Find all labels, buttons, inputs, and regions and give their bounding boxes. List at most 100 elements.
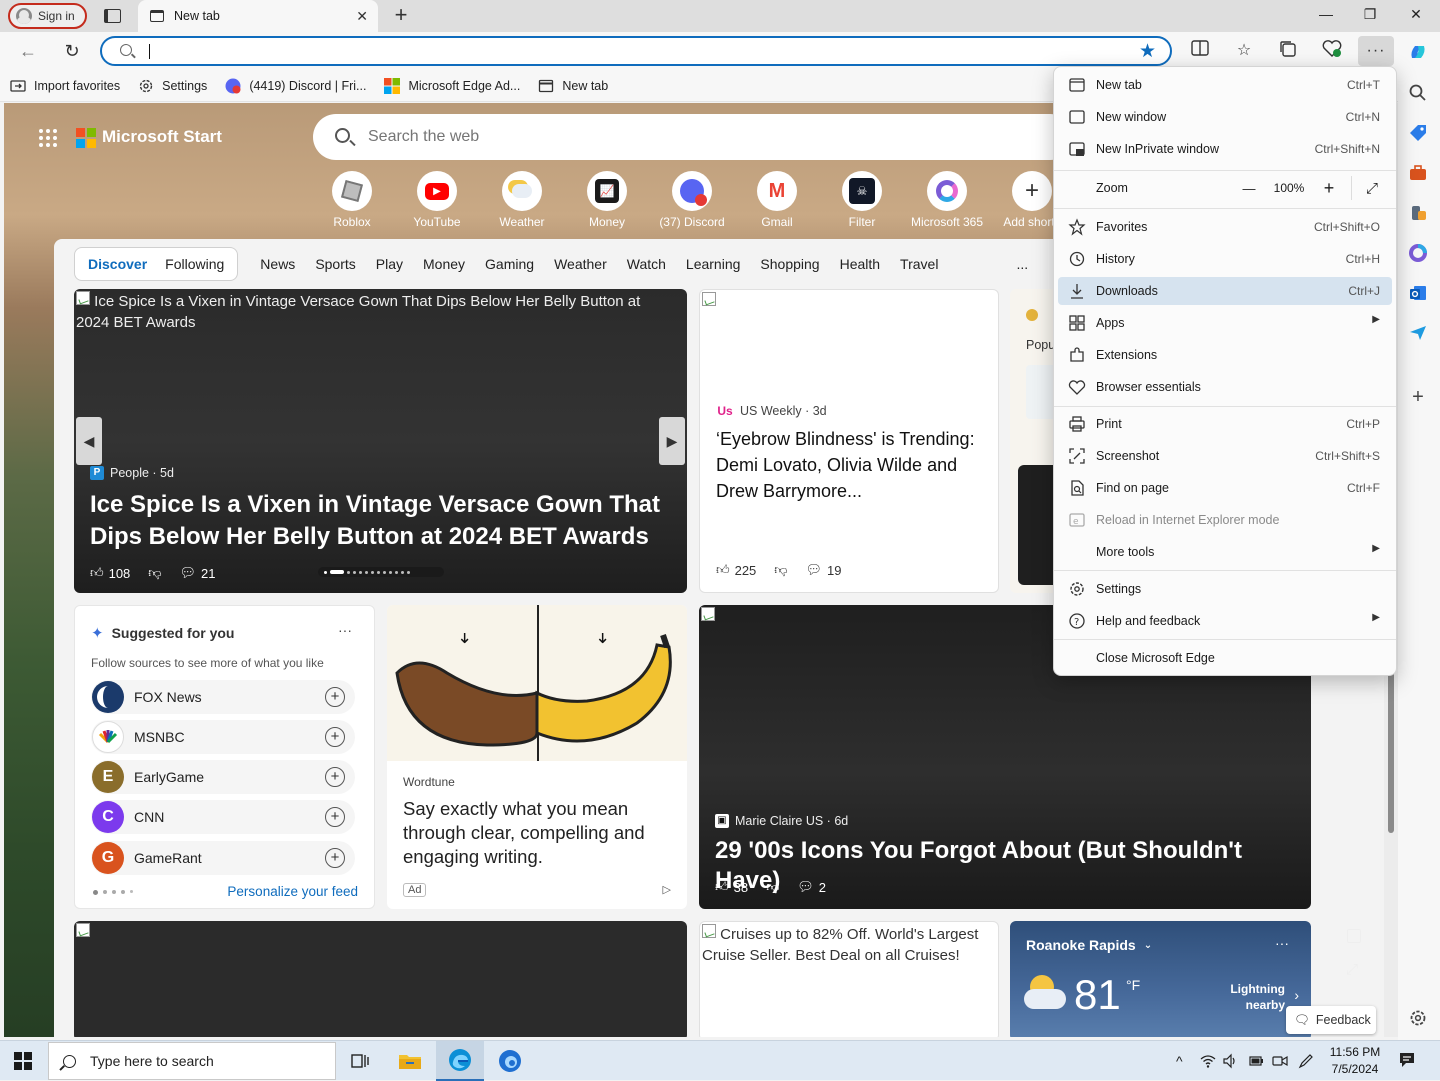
meet-now-icon[interactable] xyxy=(1272,1053,1288,1072)
split-screen-icon[interactable] xyxy=(1189,40,1211,62)
comment-button[interactable]: 💬︎ 21 xyxy=(180,565,216,581)
tab-news[interactable]: News xyxy=(250,256,305,272)
favorite-microsoft-edge-ad[interactable]: Microsoft Edge Ad... xyxy=(384,77,520,94)
ad-headline[interactable]: Say exactly what you mean through clear,… xyxy=(403,797,673,869)
ad-choices-icon[interactable]: ▷ xyxy=(663,883,671,896)
volume-icon[interactable] xyxy=(1222,1053,1238,1072)
carousel-next-button[interactable]: ▶ xyxy=(659,417,685,465)
menu-item-new-tab[interactable]: New tab Ctrl+T xyxy=(1058,71,1392,99)
quick-link-microsoft-365[interactable]: Microsoft 365 xyxy=(907,171,987,229)
tab-shopping[interactable]: Shopping xyxy=(750,256,829,272)
page-setting-icon[interactable] xyxy=(1347,929,1361,943)
tab-learning[interactable]: Learning xyxy=(676,256,751,272)
task-view-icon[interactable] xyxy=(336,1041,384,1081)
menu-item-print[interactable]: Print Ctrl+P xyxy=(1058,410,1392,438)
quick-link-discord[interactable]: (37) Discord xyxy=(652,171,732,229)
favorite-settings[interactable]: Settings xyxy=(138,78,207,94)
zoom-in-button[interactable]: + xyxy=(1315,178,1343,199)
menu-item-close-edge[interactable]: Close Microsoft Edge xyxy=(1058,644,1392,672)
personalize-feed-link[interactable]: Personalize your feed xyxy=(227,884,358,899)
weather-card[interactable]: Roanoke Rapids ⌄ ··· 81 °F Lightning near… xyxy=(1010,921,1311,1037)
like-button[interactable]: 👍︎ 38 xyxy=(715,879,748,895)
microsoft-365-icon[interactable] xyxy=(1408,243,1428,263)
quick-link-gmail[interactable]: M Gmail xyxy=(737,171,817,229)
quick-link-weather[interactable]: Weather xyxy=(482,171,562,229)
edge-taskbar-icon[interactable] xyxy=(436,1041,484,1081)
tab-play[interactable]: Play xyxy=(366,256,413,272)
address-input[interactable] xyxy=(152,41,1112,61)
copilot-icon[interactable] xyxy=(1408,42,1428,62)
tab-new-tab[interactable]: New tab ✕ xyxy=(138,0,378,32)
tab-sports[interactable]: Sports xyxy=(305,256,365,272)
menu-item-new-window[interactable]: New window Ctrl+N xyxy=(1058,103,1392,131)
tab-travel[interactable]: Travel xyxy=(890,256,948,272)
close-window-button[interactable]: ✕ xyxy=(1406,6,1426,23)
tab-following[interactable]: Following xyxy=(156,256,233,272)
favorite-discord[interactable]: (4419) Discord | Fri... xyxy=(225,78,366,94)
menu-item-apps[interactable]: Apps ▶ xyxy=(1058,309,1392,337)
like-button[interactable]: 👍︎ 108 xyxy=(90,565,130,581)
article-headline[interactable]: ‘Eyebrow Blindness' is Trending: Demi Lo… xyxy=(716,426,986,504)
tab-watch[interactable]: Watch xyxy=(617,256,676,272)
shopping-tag-icon[interactable] xyxy=(1408,123,1428,143)
menu-item-new-inprivate-window[interactable]: New InPrivate window Ctrl+Shift+N xyxy=(1058,135,1392,163)
follow-button[interactable]: + xyxy=(325,767,345,787)
outlook-icon[interactable] xyxy=(1408,283,1428,303)
suggested-more-button[interactable]: ··· xyxy=(338,622,352,638)
weather-unit[interactable]: °F xyxy=(1126,977,1140,993)
scrollbar-thumb[interactable] xyxy=(1388,663,1394,833)
tab-weather[interactable]: Weather xyxy=(544,256,617,272)
fullscreen-icon[interactable]: ⤢ xyxy=(1360,180,1384,197)
wifi-icon[interactable] xyxy=(1200,1053,1216,1072)
tab-discover[interactable]: Discover xyxy=(79,256,156,272)
edge-dev-taskbar-icon[interactable] xyxy=(486,1041,534,1081)
menu-item-more-tools[interactable]: More tools ▶ xyxy=(1058,538,1392,566)
dislike-button[interactable]: 👎︎ xyxy=(148,565,161,581)
like-button[interactable]: 👍︎ 225 xyxy=(716,562,756,578)
weather-alert[interactable]: Lightning nearby xyxy=(1205,981,1285,1013)
quick-link-roblox[interactable]: Roblox xyxy=(312,171,392,229)
hero-headline[interactable]: Ice Spice Is a Vixen in Vintage Versace … xyxy=(90,489,670,553)
tab-money[interactable]: Money xyxy=(413,256,475,272)
tab-health[interactable]: Health xyxy=(830,256,890,272)
taskbar-clock[interactable]: 11:56 PM 7/5/2024 xyxy=(1318,1044,1392,1078)
feedback-button[interactable]: 🗨︎ Feedback xyxy=(1286,1006,1376,1034)
refresh-icon[interactable]: ↻ xyxy=(62,41,82,61)
minimize-button[interactable]: — xyxy=(1316,6,1336,22)
wordtune-ad-card[interactable]: ↓ ↓ Wordtune Say exactly what you mean t… xyxy=(387,605,687,909)
favorite-import[interactable]: Import favorites xyxy=(10,78,120,94)
add-sidebar-app-icon[interactable]: + xyxy=(1408,387,1428,407)
follow-button[interactable]: + xyxy=(325,727,345,747)
tools-briefcase-icon[interactable] xyxy=(1408,163,1428,183)
taskbar-search-box[interactable]: Type here to search xyxy=(48,1042,336,1080)
menu-item-find-on-page[interactable]: Find on page Ctrl+F xyxy=(1058,474,1392,502)
menu-item-favorites[interactable]: Favorites Ctrl+Shift+O xyxy=(1058,213,1392,241)
tab-gaming[interactable]: Gaming xyxy=(475,256,544,272)
expand-icon[interactable]: ⤢ xyxy=(1346,961,1358,978)
address-bar[interactable]: ★ xyxy=(100,36,1172,66)
collections-icon[interactable] xyxy=(1277,40,1299,62)
follow-button[interactable]: + xyxy=(325,687,345,707)
menu-item-help-and-feedback[interactable]: ? Help and feedback ▶ xyxy=(1058,607,1392,635)
menu-item-history[interactable]: History Ctrl+H xyxy=(1058,245,1392,273)
close-tab-icon[interactable]: ✕ xyxy=(356,8,368,25)
brand-title[interactable]: Microsoft Start xyxy=(102,127,222,147)
usweekly-article-card[interactable]: Us US Weekly · 3d ‘Eyebrow Blindness' is… xyxy=(699,289,999,593)
quick-link-filter[interactable]: ☠ Filter xyxy=(822,171,902,229)
feed-more-button[interactable]: ... xyxy=(1006,256,1038,272)
quick-link-youtube[interactable]: ▶ YouTube xyxy=(397,171,477,229)
follow-button[interactable]: + xyxy=(325,848,345,868)
web-search-input[interactable] xyxy=(368,126,968,148)
carousel-pager[interactable] xyxy=(318,567,444,577)
menu-item-browser-essentials[interactable]: Browser essentials xyxy=(1058,373,1392,401)
games-icon[interactable] xyxy=(1408,203,1428,223)
send-icon[interactable] xyxy=(1408,323,1428,343)
carousel-prev-button[interactable]: ◀ xyxy=(76,417,102,465)
zoom-out-button[interactable]: — xyxy=(1235,181,1263,196)
windows-start-icon[interactable] xyxy=(14,1052,32,1070)
dislike-button[interactable]: 👎︎ xyxy=(774,562,787,578)
file-explorer-icon[interactable] xyxy=(386,1041,434,1081)
dislike-button[interactable]: 👎︎ xyxy=(766,879,779,895)
menu-item-screenshot[interactable]: Screenshot Ctrl+Shift+S xyxy=(1058,442,1392,470)
weather-more-button[interactable]: ··· xyxy=(1275,935,1289,951)
